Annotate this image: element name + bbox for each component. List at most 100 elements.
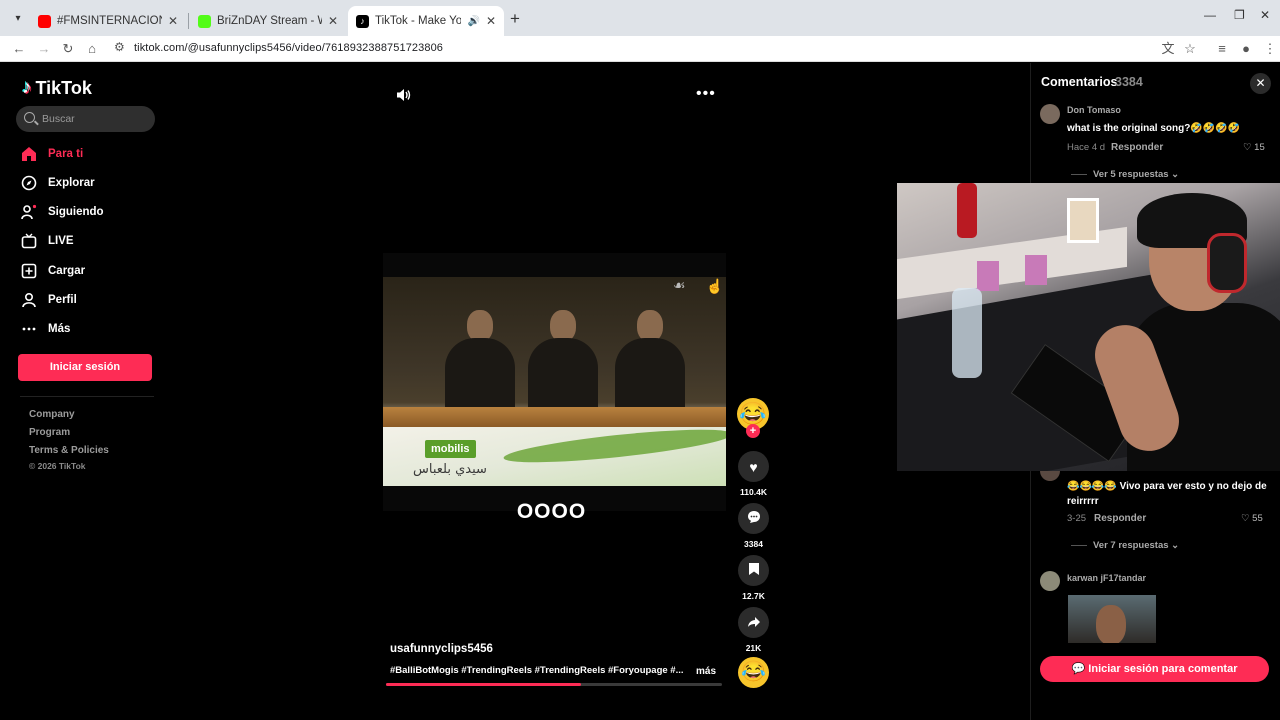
comment-avatar[interactable] xyxy=(1040,104,1060,124)
view-replies-button[interactable]: Ver 7 respuestas ⌄ xyxy=(1071,540,1179,551)
comment-button[interactable] xyxy=(738,503,769,534)
translate-icon[interactable]: 文 xyxy=(1158,39,1178,59)
browser-menu-icon[interactable]: ⋮ xyxy=(1260,39,1280,59)
follow-plus-icon[interactable]: + xyxy=(746,424,760,438)
bookmark-star-icon[interactable]: ☆ xyxy=(1180,39,1200,59)
tab-search-button[interactable]: ▾ xyxy=(8,9,28,29)
login-to-comment-button[interactable]: 💬 Iniciar sesión para comentar xyxy=(1040,656,1269,682)
sidebar-item-siguiendo[interactable]: Siguiendo xyxy=(20,200,104,224)
sidebar-item-label: Para ti xyxy=(48,148,84,160)
reply-button[interactable]: Responder xyxy=(1111,142,1163,153)
chevron-down-icon: ⌄ xyxy=(1171,540,1180,551)
tiktok-logo[interactable]: ♪ TikTok xyxy=(22,77,92,99)
comment-text: what is the original song?🤣🤣🤣🤣 xyxy=(1067,123,1241,134)
headset-icon xyxy=(1207,233,1247,293)
back-icon[interactable]: ← xyxy=(9,39,29,59)
site-info-icon[interactable]: ⚙ xyxy=(114,40,125,54)
bookmark-icon xyxy=(748,562,760,579)
forward-icon[interactable]: → xyxy=(34,39,54,59)
comment-image[interactable] xyxy=(1068,595,1156,643)
footer-link-program[interactable]: Program xyxy=(29,427,70,438)
reply-button[interactable]: Responder xyxy=(1094,513,1146,524)
comment-like-button[interactable]: ♡ 55 xyxy=(1241,513,1263,524)
search-box[interactable] xyxy=(16,106,155,132)
comment-text: 😂😂😂😂 Vivo para ver esto y no dejo de rei… xyxy=(1067,481,1267,507)
save-button[interactable] xyxy=(738,555,769,586)
comment-username[interactable]: Don Tomaso xyxy=(1067,105,1121,115)
tab-close-icon[interactable]: ✕ xyxy=(486,14,496,28)
close-window-icon[interactable]: ✕ xyxy=(1260,8,1270,22)
webcam-card xyxy=(1025,255,1047,285)
footer-link-company[interactable]: Company xyxy=(29,409,75,420)
sidebar-item-perfil[interactable]: Perfil xyxy=(20,288,77,312)
sidebar-item-mas[interactable]: Más xyxy=(20,317,70,341)
tab-separator xyxy=(188,13,189,29)
comment-username[interactable]: karwan jF17tandar xyxy=(1067,573,1146,583)
share-arrow-icon xyxy=(747,615,761,631)
share-count: 21K xyxy=(745,643,762,653)
sidebar-item-cargar[interactable]: Cargar xyxy=(20,259,85,283)
video-brand-text: mobilis xyxy=(425,440,476,458)
comments-title: Comentarios xyxy=(1041,75,1118,89)
home-icon xyxy=(20,145,38,163)
webcam-water-bottle xyxy=(952,288,982,378)
comment-like-button[interactable]: ♡ 15 xyxy=(1243,142,1265,153)
webcam-photo-frame xyxy=(1067,198,1099,243)
browser-tab-strip: ▾ #FMSINTERNACIONAL 2025/20 ✕ BriZnDAY S… xyxy=(0,0,1280,36)
browser-tab-tiktok[interactable]: ♪ TikTok - Make Your Day 🔊 ✕ xyxy=(348,6,504,36)
reload-icon[interactable]: ↻ xyxy=(58,39,78,59)
new-tab-button[interactable]: + xyxy=(510,9,520,29)
view-replies-label: Ver 7 respuestas xyxy=(1093,540,1169,551)
video-more-options-icon[interactable]: ••• xyxy=(696,85,716,103)
search-input[interactable] xyxy=(42,106,150,132)
minimize-icon[interactable]: — xyxy=(1204,8,1216,22)
tab-close-icon[interactable]: ✕ xyxy=(168,14,178,28)
view-replies-label: Ver 5 respuestas xyxy=(1093,169,1169,180)
browser-tab-youtube[interactable]: #FMSINTERNACIONAL 2025/20 ✕ xyxy=(30,6,186,36)
media-controls-icon[interactable]: ≡ xyxy=(1212,39,1232,59)
tab-close-icon[interactable]: ✕ xyxy=(328,14,338,28)
comment-like-count: 15 xyxy=(1254,142,1265,153)
view-replies-button[interactable]: Ver 5 respuestas ⌄ xyxy=(1071,169,1179,180)
webcam-streamer xyxy=(1086,193,1280,471)
video-author[interactable]: usafunnyclips5456 xyxy=(390,643,493,655)
sidebar-item-para-ti[interactable]: Para ti xyxy=(20,142,83,166)
video-arabic-text: سيدي بلعباس xyxy=(413,462,487,477)
comment-bubble-icon xyxy=(747,510,761,527)
comment-avatar[interactable] xyxy=(1040,571,1060,591)
video-progress-bar[interactable] xyxy=(386,683,722,686)
video-player[interactable]: mobilis سيدي بلعباس ☙ xyxy=(383,253,726,511)
login-button[interactable]: Iniciar sesión xyxy=(18,354,152,381)
mouse-cursor-icon: ☝ xyxy=(706,278,724,294)
comment-like-count: 55 xyxy=(1252,513,1263,524)
address-bar[interactable]: tiktok.com/@usafunnyclips5456/video/7618… xyxy=(134,42,443,54)
sidebar-item-live[interactable]: LIVE xyxy=(20,229,74,253)
footer-link-terms[interactable]: Terms & Policies xyxy=(29,445,109,456)
volume-icon[interactable] xyxy=(396,88,412,102)
share-button[interactable] xyxy=(738,607,769,638)
logo-text: TikTok xyxy=(35,77,92,98)
more-dots-icon xyxy=(20,320,38,338)
video-person xyxy=(528,310,598,410)
chevron-down-icon: ⌄ xyxy=(1171,169,1180,180)
music-disc-icon[interactable]: 😂 xyxy=(738,657,769,688)
webcam-overlay xyxy=(897,183,1280,471)
home-button-icon[interactable]: ⌂ xyxy=(82,39,102,59)
video-frame: mobilis سيدي بلعباس ☙ xyxy=(383,277,726,486)
video-person xyxy=(615,310,685,410)
sidebar-item-label: Cargar xyxy=(48,265,86,277)
like-button[interactable]: ♥ xyxy=(738,451,769,482)
tab-audio-icon[interactable]: 🔊 xyxy=(467,16,479,27)
sidebar-item-label: Perfil xyxy=(48,294,77,306)
description-more-link[interactable]: más xyxy=(696,666,716,677)
sidebar-item-explorar[interactable]: Explorar xyxy=(20,171,95,195)
profile-avatar-icon[interactable]: ● xyxy=(1236,39,1256,59)
profile-icon xyxy=(20,291,38,309)
restore-icon[interactable]: ❐ xyxy=(1234,8,1245,22)
video-desk xyxy=(383,407,726,427)
close-comments-icon[interactable]: ✕ xyxy=(1250,73,1271,94)
browser-tab-kick[interactable]: BriZnDAY Stream - Watch Live o ✕ xyxy=(190,6,346,36)
following-icon xyxy=(20,203,38,221)
comment-count: 3384 xyxy=(744,539,763,549)
tiktok-favicon-icon: ♪ xyxy=(356,14,369,28)
